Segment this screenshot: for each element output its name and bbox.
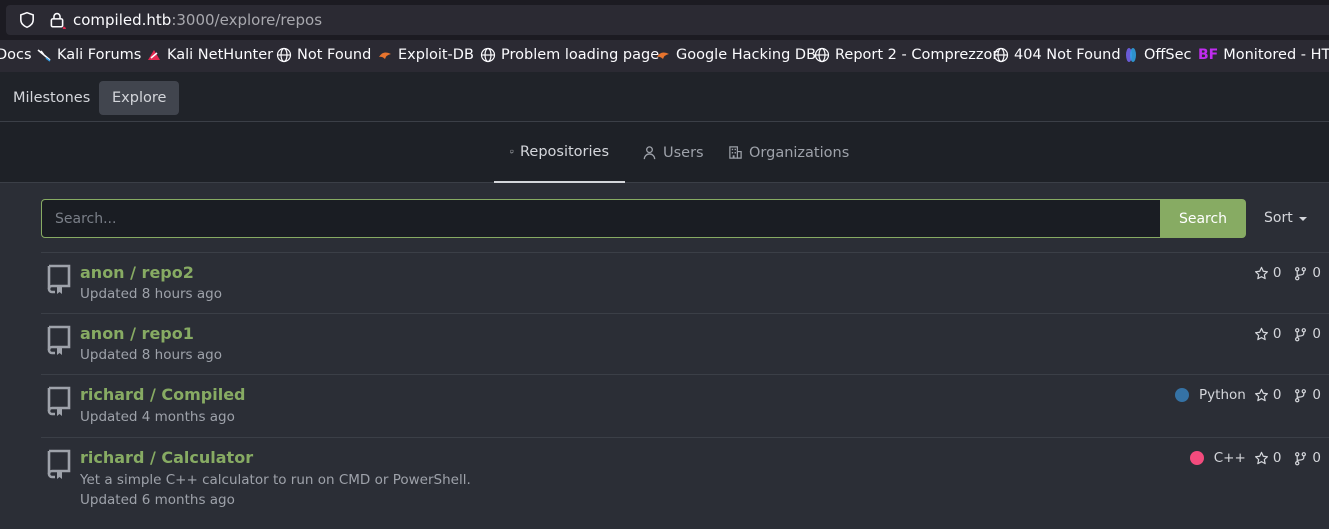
star-icon[interactable] <box>1254 266 1269 281</box>
bookmark-kali-forums[interactable]: Kali Forums <box>36 47 141 63</box>
repo-icon <box>47 386 71 416</box>
repo-updated: Updated 8 hours ago <box>80 286 222 302</box>
tab-label: Organizations <box>749 144 850 161</box>
globe-icon <box>480 47 496 63</box>
person-icon <box>643 146 656 160</box>
fork-count: 0 <box>1312 387 1321 403</box>
star-count: 0 <box>1272 265 1282 281</box>
repo-meta: C++ 0 0 <box>1189 450 1321 466</box>
bookmark-label: Exploit-DB <box>398 47 474 63</box>
repo-item: richard / Compiled Updated 4 months ago … <box>41 374 1329 437</box>
bookmark-label: 404 Not Found <box>1014 47 1121 63</box>
bookmark-label: Not Found <box>297 47 372 63</box>
repo-description: Yet a simple C++ calculator to run on CM… <box>80 472 471 488</box>
bookmark-exploit-db[interactable]: Exploit-DB <box>377 47 474 63</box>
url-text[interactable]: compiled.htb:3000/explore/repos <box>73 11 322 29</box>
star-icon[interactable] <box>1254 451 1269 466</box>
sort-label: Sort <box>1264 210 1293 226</box>
repo-language[interactable]: C++ <box>1214 450 1246 466</box>
star-icon[interactable] <box>1254 327 1269 342</box>
repo-meta: 0 0 <box>1254 265 1321 281</box>
star-count: 0 <box>1272 450 1282 466</box>
tab-label: Repositories <box>519 143 609 160</box>
lock-icon[interactable] <box>48 11 66 29</box>
fork-count: 0 <box>1312 326 1321 342</box>
url-host: compiled.htb <box>73 11 172 29</box>
shield-icon[interactable] <box>18 11 36 29</box>
nethunter-icon <box>148 50 160 60</box>
repo-meta: 0 0 <box>1254 326 1321 342</box>
bf-icon: BF <box>1198 47 1219 63</box>
star-icon[interactable] <box>1254 388 1269 403</box>
bookmark-docs[interactable]: Docs <box>0 47 32 63</box>
repo-item: richard / Calculator Yet a simple C++ ca… <box>41 437 1329 529</box>
nav-milestones[interactable]: Milestones <box>0 81 103 115</box>
exploitdb-icon <box>657 52 669 59</box>
bookmark-kali-nethunter[interactable]: Kali NetHunter <box>146 47 273 63</box>
bookmark-label: Kali Forums <box>57 47 142 63</box>
repo-icon <box>510 149 514 154</box>
organization-icon <box>729 146 742 159</box>
caret-down-icon <box>1298 217 1307 221</box>
repo-title[interactable]: anon / repo1 <box>80 324 194 343</box>
repo-item: anon / repo2 Updated 8 hours ago 0 0 <box>41 252 1329 313</box>
fork-count: 0 <box>1312 450 1321 466</box>
repo-updated: Updated 8 hours ago <box>80 347 222 363</box>
bookmark-label: Problem loading page <box>501 47 660 63</box>
sort-dropdown[interactable]: Sort <box>1264 210 1307 226</box>
bookmark-report-comprezzor[interactable]: Report 2 - Comprezzor <box>814 47 998 63</box>
exploitdb-icon <box>379 52 391 59</box>
repo-meta: Python 0 0 <box>1175 387 1321 403</box>
bookmarks-bar: Docs Kali Forums Kali NetHunter Not Foun… <box>0 40 1329 72</box>
fork-icon[interactable] <box>1293 327 1308 342</box>
fork-count: 0 <box>1312 265 1321 281</box>
explore-tabs: Repositories Users Organizations <box>0 122 1329 183</box>
tab-label: Users <box>663 144 704 161</box>
repo-title[interactable]: richard / Calculator <box>80 448 253 467</box>
star-count: 0 <box>1272 387 1282 403</box>
fork-icon[interactable] <box>1293 388 1308 403</box>
globe-icon <box>814 47 830 63</box>
bookmark-problem-loading[interactable]: Problem loading page <box>480 47 659 63</box>
bookmark-label: Kali NetHunter <box>167 47 274 63</box>
repo-icon <box>47 325 71 355</box>
globe-icon <box>993 47 1009 63</box>
repo-updated: Updated 4 months ago <box>80 409 235 425</box>
site-navbar: Milestones Explore <box>0 72 1329 122</box>
repo-title[interactable]: anon / repo2 <box>80 263 194 282</box>
search-input[interactable] <box>41 199 1161 238</box>
bookmark-label: Docs <box>0 47 32 63</box>
bookmark-google-hacking-db[interactable]: Google Hacking DB <box>655 47 816 63</box>
bookmark-label: Google Hacking DB <box>676 47 817 63</box>
bookmark-404-not-found[interactable]: 404 Not Found <box>993 47 1121 63</box>
nav-explore[interactable]: Explore <box>99 81 180 115</box>
bookmark-label: Monitored - HTB <box>1223 47 1329 63</box>
star-count: 0 <box>1272 326 1282 342</box>
language-color-dot <box>1175 388 1190 402</box>
tab-repositories[interactable]: Repositories <box>494 122 625 183</box>
repo-icon <box>47 264 71 294</box>
repo-item: anon / repo1 Updated 8 hours ago 0 0 <box>41 313 1329 374</box>
bookmark-label: OffSec <box>1144 47 1192 63</box>
repo-title[interactable]: richard / Compiled <box>80 385 246 404</box>
language-color-dot <box>1189 451 1204 465</box>
tab-organizations[interactable]: Organizations <box>712 122 865 183</box>
repo-updated: Updated 6 months ago <box>80 492 235 508</box>
bookmark-offsec[interactable]: OffSec <box>1123 47 1192 63</box>
tab-users[interactable]: Users <box>626 122 720 183</box>
repo-language[interactable]: Python <box>1199 387 1246 403</box>
bookmark-not-found[interactable]: Not Found <box>276 47 371 63</box>
fork-icon[interactable] <box>1293 451 1308 466</box>
offsec-icon <box>1126 48 1136 62</box>
kali-dragon-icon <box>37 49 51 62</box>
bookmark-monitored-htb[interactable]: BF Monitored - HTB <box>1198 47 1329 63</box>
search-button[interactable]: Search <box>1160 199 1246 238</box>
repo-icon <box>47 449 71 479</box>
fork-icon[interactable] <box>1293 266 1308 281</box>
address-bar[interactable]: compiled.htb:3000/explore/repos <box>6 5 1329 35</box>
bookmark-label: Report 2 - Comprezzor <box>835 47 999 63</box>
url-path: :3000/explore/repos <box>171 11 323 29</box>
browser-toolbar: compiled.htb:3000/explore/repos <box>0 0 1329 40</box>
globe-icon <box>276 47 292 63</box>
